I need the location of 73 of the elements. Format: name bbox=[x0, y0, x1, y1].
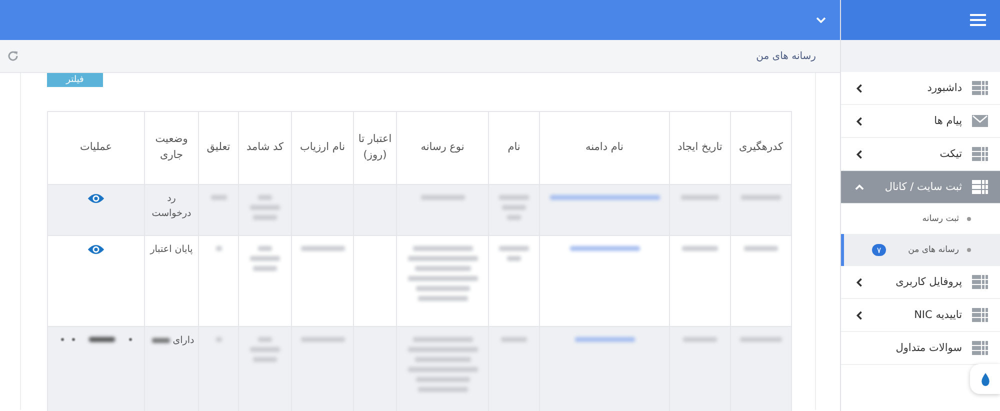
blurred-text bbox=[408, 347, 478, 352]
blurred-text bbox=[250, 205, 280, 210]
blurred-text bbox=[250, 347, 280, 352]
blurred-text bbox=[499, 246, 529, 251]
blurred-text bbox=[210, 195, 226, 200]
status-text: دارای bbox=[172, 335, 194, 346]
blurred-text bbox=[682, 246, 718, 251]
grid-icon bbox=[972, 308, 988, 322]
support-button[interactable] bbox=[970, 364, 1000, 394]
chevron-left-icon bbox=[855, 278, 864, 286]
blurred-text bbox=[408, 256, 478, 261]
blurred-text bbox=[501, 337, 527, 342]
chevron-left-icon bbox=[855, 150, 864, 158]
blurred-text bbox=[253, 215, 277, 220]
blurred-text bbox=[683, 337, 717, 342]
chevron-left-icon bbox=[855, 116, 864, 126]
blurred-text bbox=[741, 195, 781, 200]
blurred-text bbox=[507, 256, 521, 261]
column-header: کدرهگیری bbox=[730, 112, 792, 184]
blurred-text bbox=[152, 338, 170, 343]
blurred-text bbox=[414, 357, 470, 362]
sidebar-subitem[interactable]: رسانه های من ۷ bbox=[841, 234, 1000, 266]
blurred-text bbox=[300, 246, 344, 251]
menu-icon[interactable] bbox=[970, 14, 986, 26]
grid-icon bbox=[972, 81, 988, 95]
blurred-text bbox=[499, 195, 529, 200]
blurred-text bbox=[420, 195, 464, 200]
blurred-text bbox=[300, 337, 344, 342]
blurred-text bbox=[416, 377, 470, 382]
blurred-text bbox=[408, 276, 478, 281]
sidebar-item[interactable]: داشبورد bbox=[841, 72, 1000, 105]
blurred-text bbox=[414, 266, 470, 271]
blurred-text bbox=[418, 387, 468, 392]
chevron-left-icon bbox=[855, 310, 864, 320]
grid-icon bbox=[972, 180, 988, 194]
grid-icon bbox=[972, 275, 988, 289]
chevron-down-icon[interactable] bbox=[816, 17, 826, 23]
blurred-text bbox=[258, 246, 272, 251]
status-text: پایان اعتبار bbox=[150, 244, 193, 255]
water-drop-icon bbox=[978, 372, 992, 386]
blurred-text bbox=[412, 337, 472, 342]
blurred-text bbox=[744, 246, 778, 251]
sidebar-item[interactable]: پیام ها bbox=[841, 105, 1000, 138]
blurred-text bbox=[216, 246, 222, 251]
blurred-text bbox=[258, 337, 272, 342]
breadcrumb-title[interactable]: رسانه های من bbox=[756, 50, 816, 62]
status-text: رد درخواست bbox=[152, 193, 192, 220]
blurred-text bbox=[253, 357, 277, 362]
blurred-text bbox=[681, 195, 719, 200]
blurred-text bbox=[250, 256, 280, 261]
eye-icon[interactable] bbox=[87, 193, 105, 204]
eye-icon[interactable] bbox=[87, 244, 105, 255]
sidebar-item[interactable]: پروفایل کاربری bbox=[841, 266, 1000, 299]
blurred-text bbox=[570, 246, 640, 251]
blurred-text bbox=[416, 286, 470, 291]
blurred-text bbox=[502, 205, 526, 210]
blurred-text bbox=[253, 266, 277, 271]
envelope-icon bbox=[972, 115, 988, 127]
blurred-text bbox=[408, 367, 478, 372]
chevron-left-icon bbox=[855, 84, 864, 92]
sidebar-subitem[interactable]: ثبت رسانه bbox=[841, 204, 1000, 234]
blurred-text bbox=[216, 337, 222, 342]
grid-icon bbox=[972, 147, 988, 161]
blurred-text bbox=[740, 337, 782, 342]
blurred-text bbox=[574, 337, 634, 342]
blurred-text bbox=[258, 195, 272, 200]
blurred-text bbox=[412, 246, 472, 251]
chevron-up-icon bbox=[855, 182, 864, 192]
count-badge: ۷ bbox=[872, 244, 886, 256]
blurred-text bbox=[418, 296, 468, 301]
sidebar-item[interactable]: تاییدیه NIC bbox=[841, 299, 1000, 332]
blurred-text bbox=[507, 215, 521, 220]
grid-icon bbox=[972, 341, 988, 355]
